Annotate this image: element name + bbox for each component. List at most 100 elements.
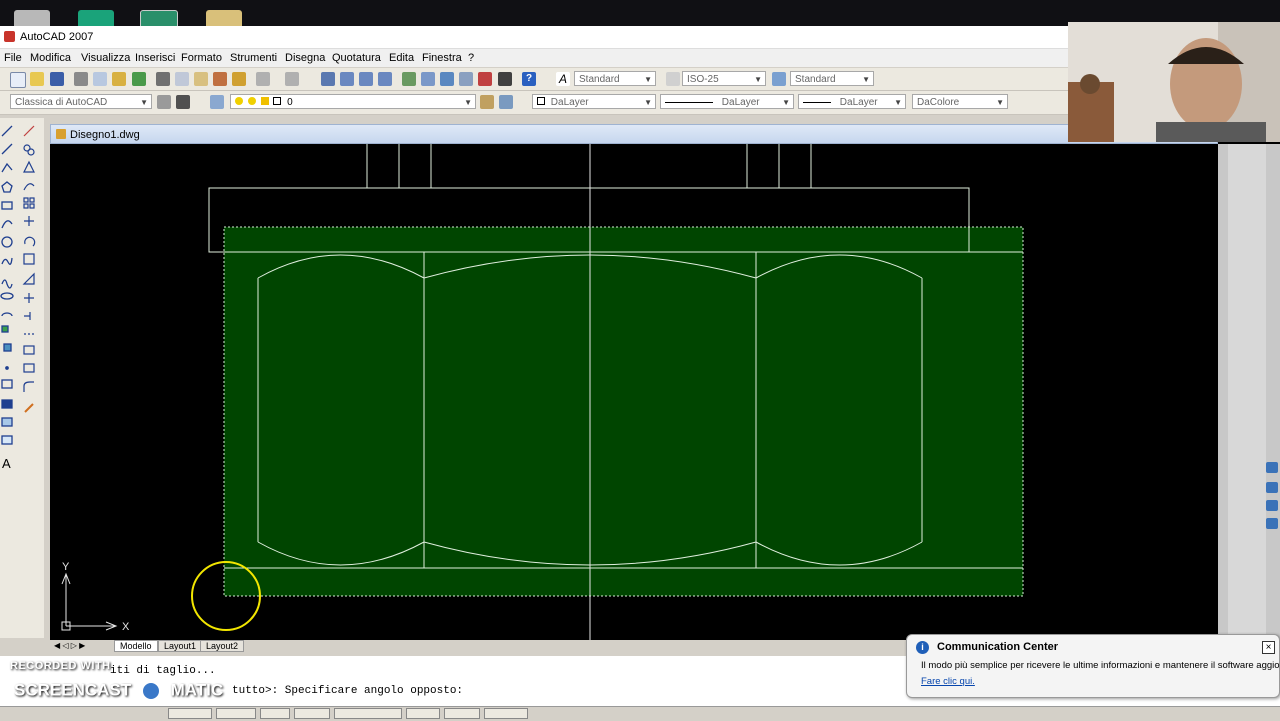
palette-icon[interactable] xyxy=(1266,518,1278,529)
menu-disegna[interactable]: Disegna xyxy=(285,52,325,64)
menu-modifica[interactable]: Modifica xyxy=(30,52,71,64)
publish-icon[interactable] xyxy=(112,72,126,86)
calculator-icon[interactable] xyxy=(498,72,512,86)
text-style-icon: A xyxy=(556,72,570,86)
ucs-icon xyxy=(61,572,118,631)
copy-icon[interactable] xyxy=(175,72,189,86)
circle-tool-icon xyxy=(1,236,13,248)
block-editor-icon[interactable] xyxy=(232,72,246,86)
sheet-set-icon[interactable] xyxy=(459,72,473,86)
snap-toggle[interactable] xyxy=(168,708,212,719)
ducs-toggle[interactable] xyxy=(444,708,480,719)
save-icon[interactable] xyxy=(50,72,64,86)
design-center-icon[interactable] xyxy=(421,72,435,86)
grid-toggle[interactable] xyxy=(216,708,256,719)
palette-icon[interactable] xyxy=(1266,500,1278,511)
scale-tool-icon xyxy=(23,253,35,265)
properties-icon[interactable] xyxy=(402,72,416,86)
zoom-realtime-icon[interactable] xyxy=(340,72,354,86)
menu-file[interactable]: File xyxy=(4,52,22,64)
open-file-icon[interactable] xyxy=(30,72,44,86)
markup-icon[interactable] xyxy=(478,72,492,86)
tab-layout1[interactable]: Layout1 xyxy=(158,640,203,652)
plot-style-value: DaColore xyxy=(917,97,960,108)
polar-toggle[interactable] xyxy=(294,708,330,719)
tool-palettes-icon[interactable] xyxy=(440,72,454,86)
print-icon[interactable] xyxy=(74,72,88,86)
tab-modello[interactable]: Modello xyxy=(114,640,158,652)
menu-inserisci[interactable]: Inserisci xyxy=(135,52,175,64)
chevron-down-icon: ▼ xyxy=(996,98,1004,107)
arc-tool-icon xyxy=(1,220,13,229)
gradient-tool-icon xyxy=(1,399,13,409)
make-object-layer-current-icon[interactable] xyxy=(480,95,494,109)
fillet-tool-icon xyxy=(23,381,34,392)
watermark-line2: SCREENCAST MATIC xyxy=(14,680,223,702)
drawing-file-icon xyxy=(56,129,66,139)
rotate-tool-icon xyxy=(24,236,36,247)
command-prompt-line: tutto>: Specificare angolo opposto: xyxy=(232,685,464,697)
redo-icon[interactable] xyxy=(285,72,299,86)
workspace-settings-icon[interactable] xyxy=(157,95,171,109)
tab-scroll-arrows-icon[interactable]: ◀ ◁ ▷ ▶ xyxy=(54,641,85,650)
3d-dwf-icon[interactable] xyxy=(132,72,146,86)
coordinate-readout xyxy=(4,708,164,719)
move-tool-icon xyxy=(24,216,34,226)
new-file-icon[interactable] xyxy=(10,72,26,88)
pan-icon[interactable] xyxy=(321,72,335,86)
linetype-preview xyxy=(665,101,713,103)
webcam-overlay xyxy=(1068,22,1280,142)
layer-color-swatch xyxy=(273,97,282,105)
notification-link[interactable]: Fare clic qui. xyxy=(921,676,975,687)
desktop-folder-icon[interactable] xyxy=(206,10,242,26)
dim-style-select[interactable]: ISO-25 ▼ xyxy=(682,71,766,86)
layer-select[interactable]: 0 ▼ xyxy=(230,94,476,109)
layer-unlock-icon xyxy=(260,97,269,105)
paste-icon[interactable] xyxy=(194,72,208,86)
cut-icon[interactable] xyxy=(156,72,170,86)
menu-edita[interactable]: Edita xyxy=(389,52,414,64)
layer-previous-icon[interactable] xyxy=(499,95,513,109)
palette-icon[interactable] xyxy=(1266,462,1278,473)
desktop-shortcut-icon[interactable] xyxy=(78,10,114,26)
color-select[interactable]: DaLayer ▼ xyxy=(532,94,656,109)
table-style-select[interactable]: Standard ▼ xyxy=(790,71,874,86)
menu-finestra[interactable]: Finestra xyxy=(422,52,462,64)
notification-body: Il modo più semplice per ricevere le ult… xyxy=(921,660,1280,671)
menu-formato[interactable]: Formato xyxy=(181,52,222,64)
make-block-icon xyxy=(3,343,12,352)
osnap-toggle[interactable] xyxy=(334,708,402,719)
workspace-select[interactable]: Classica di AutoCAD ▼ xyxy=(10,94,152,109)
help-icon[interactable]: ? xyxy=(522,72,536,86)
layer-manager-icon[interactable] xyxy=(210,95,224,109)
otrack-toggle[interactable] xyxy=(406,708,440,719)
ortho-toggle[interactable] xyxy=(260,708,290,719)
right-scroll-panel xyxy=(1218,144,1280,640)
lineweight-select[interactable]: DaLayer ▼ xyxy=(798,94,906,109)
my-workspace-icon[interactable] xyxy=(176,95,190,109)
desktop-shortcut-icon[interactable] xyxy=(14,10,50,26)
vertical-scrollbar[interactable] xyxy=(1228,144,1266,640)
lineweight-toggle[interactable] xyxy=(484,708,528,719)
menu-quotatura[interactable]: Quotatura xyxy=(332,52,381,64)
text-style-select[interactable]: Standard ▼ xyxy=(574,71,656,86)
palette-icon[interactable] xyxy=(1266,482,1278,493)
document-titlebar[interactable]: Disegno1.dwg xyxy=(50,124,1218,144)
undo-icon[interactable] xyxy=(256,72,270,86)
plot-style-select[interactable]: DaColore ▼ xyxy=(912,94,1008,109)
menu-visualizza[interactable]: Visualizza xyxy=(81,52,130,64)
match-properties-icon[interactable] xyxy=(213,72,227,86)
tab-layout2[interactable]: Layout2 xyxy=(200,640,245,652)
drawing-canvas[interactable]: Y X xyxy=(50,144,1218,640)
workspace-value: Classica di AutoCAD xyxy=(15,97,108,108)
chevron-down-icon: ▼ xyxy=(464,98,472,107)
close-icon[interactable]: × xyxy=(1262,641,1275,654)
linetype-select[interactable]: DaLayer ▼ xyxy=(660,94,794,109)
menu-strumenti[interactable]: Strumenti xyxy=(230,52,277,64)
zoom-window-icon[interactable] xyxy=(359,72,373,86)
plot-preview-icon[interactable] xyxy=(93,72,107,86)
menu-help[interactable]: ? xyxy=(468,52,474,64)
zoom-previous-icon[interactable] xyxy=(378,72,392,86)
join-tool-icon xyxy=(23,345,35,355)
standard-toolbar: ? A Standard ▼ ISO-25 ▼ Standard ▼ xyxy=(0,68,1068,91)
